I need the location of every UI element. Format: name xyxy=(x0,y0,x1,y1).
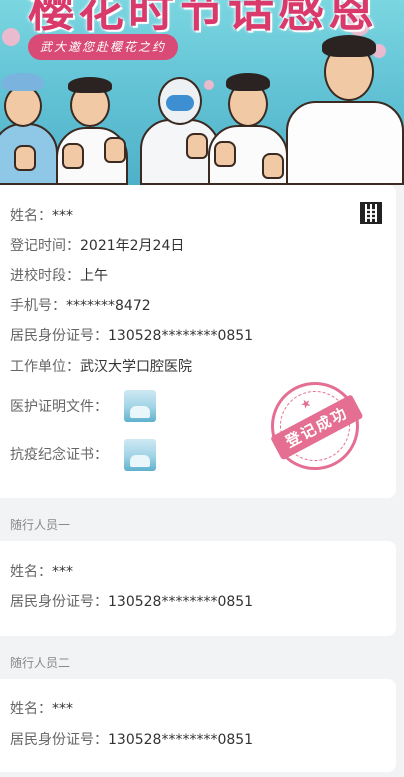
phone-value: *******8472 xyxy=(66,298,151,314)
nurse-illustration xyxy=(0,65,58,185)
memorial-cert-thumbnail[interactable] xyxy=(124,439,156,471)
period-value: 上午 xyxy=(80,268,108,284)
doctor-illustration xyxy=(52,67,132,185)
banner-slogan: 武大邀您赴樱花之约 xyxy=(28,34,179,60)
star-icon: ★ xyxy=(297,394,314,413)
period-row: 进校时段：上午 xyxy=(10,266,108,286)
stamp-text: 登记成功 xyxy=(270,394,364,461)
register-time-row: 登记时间：2021年2月24日 xyxy=(10,236,184,256)
companion-1-name-label: 姓名： xyxy=(10,564,52,580)
id-value: 130528********0851 xyxy=(108,328,254,344)
companion-1-card: 姓名：*** 居民身份证号：130528********0851 xyxy=(0,541,396,636)
memorial-cert-label: 抗疫纪念证书： xyxy=(10,447,108,463)
header-banner: 樱花时节话感恩 武大邀您赴樱花之约 xyxy=(0,0,404,185)
phone-label: 手机号： xyxy=(10,298,66,314)
doctor-illustration xyxy=(262,35,404,185)
memorial-cert-row: 抗疫纪念证书： xyxy=(10,445,108,465)
name-value: *** xyxy=(52,208,73,224)
companion-1-id-value: 130528********0851 xyxy=(108,594,254,610)
medical-doc-label: 医护证明文件： xyxy=(10,399,108,415)
companion-2-name-value: *** xyxy=(52,701,73,717)
id-label: 居民身份证号： xyxy=(10,328,108,344)
name-row: 姓名：*** xyxy=(10,206,73,226)
companion-1-name-row: 姓名：*** xyxy=(10,562,73,582)
workplace-label: 工作单位： xyxy=(10,359,80,375)
workplace-value: 武汉大学口腔医院 xyxy=(80,359,192,375)
register-time-value: 2021年2月24日 xyxy=(80,238,185,254)
companion-1-section-label: 随行人员一 xyxy=(10,518,71,532)
companion-2-name-label: 姓名： xyxy=(10,701,52,717)
companion-1-id-label: 居民身份证号： xyxy=(10,594,108,610)
companion-1-id-row: 居民身份证号：130528********0851 xyxy=(10,592,253,612)
id-row: 居民身份证号：130528********0851 xyxy=(10,326,253,346)
companion-2-card: 姓名：*** 居民身份证号：130528********0851 xyxy=(0,679,396,772)
name-label: 姓名： xyxy=(10,208,52,224)
qr-code-icon[interactable] xyxy=(360,202,382,224)
companion-2-id-value: 130528********0851 xyxy=(108,732,254,748)
companion-2-section-label: 随行人员二 xyxy=(10,656,71,670)
companion-2-name-row: 姓名：*** xyxy=(10,699,73,719)
period-label: 进校时段： xyxy=(10,268,80,284)
companion-2-id-row: 居民身份证号：130528********0851 xyxy=(10,730,253,750)
companion-1-name-value: *** xyxy=(52,564,73,580)
companion-2-id-label: 居民身份证号： xyxy=(10,732,108,748)
workplace-row: 工作单位：武汉大学口腔医院 xyxy=(10,357,192,377)
register-time-label: 登记时间： xyxy=(10,238,80,254)
medical-doc-thumbnail[interactable] xyxy=(124,390,156,422)
phone-row: 手机号：*******8472 xyxy=(10,296,151,316)
medical-doc-row: 医护证明文件： xyxy=(10,397,108,417)
